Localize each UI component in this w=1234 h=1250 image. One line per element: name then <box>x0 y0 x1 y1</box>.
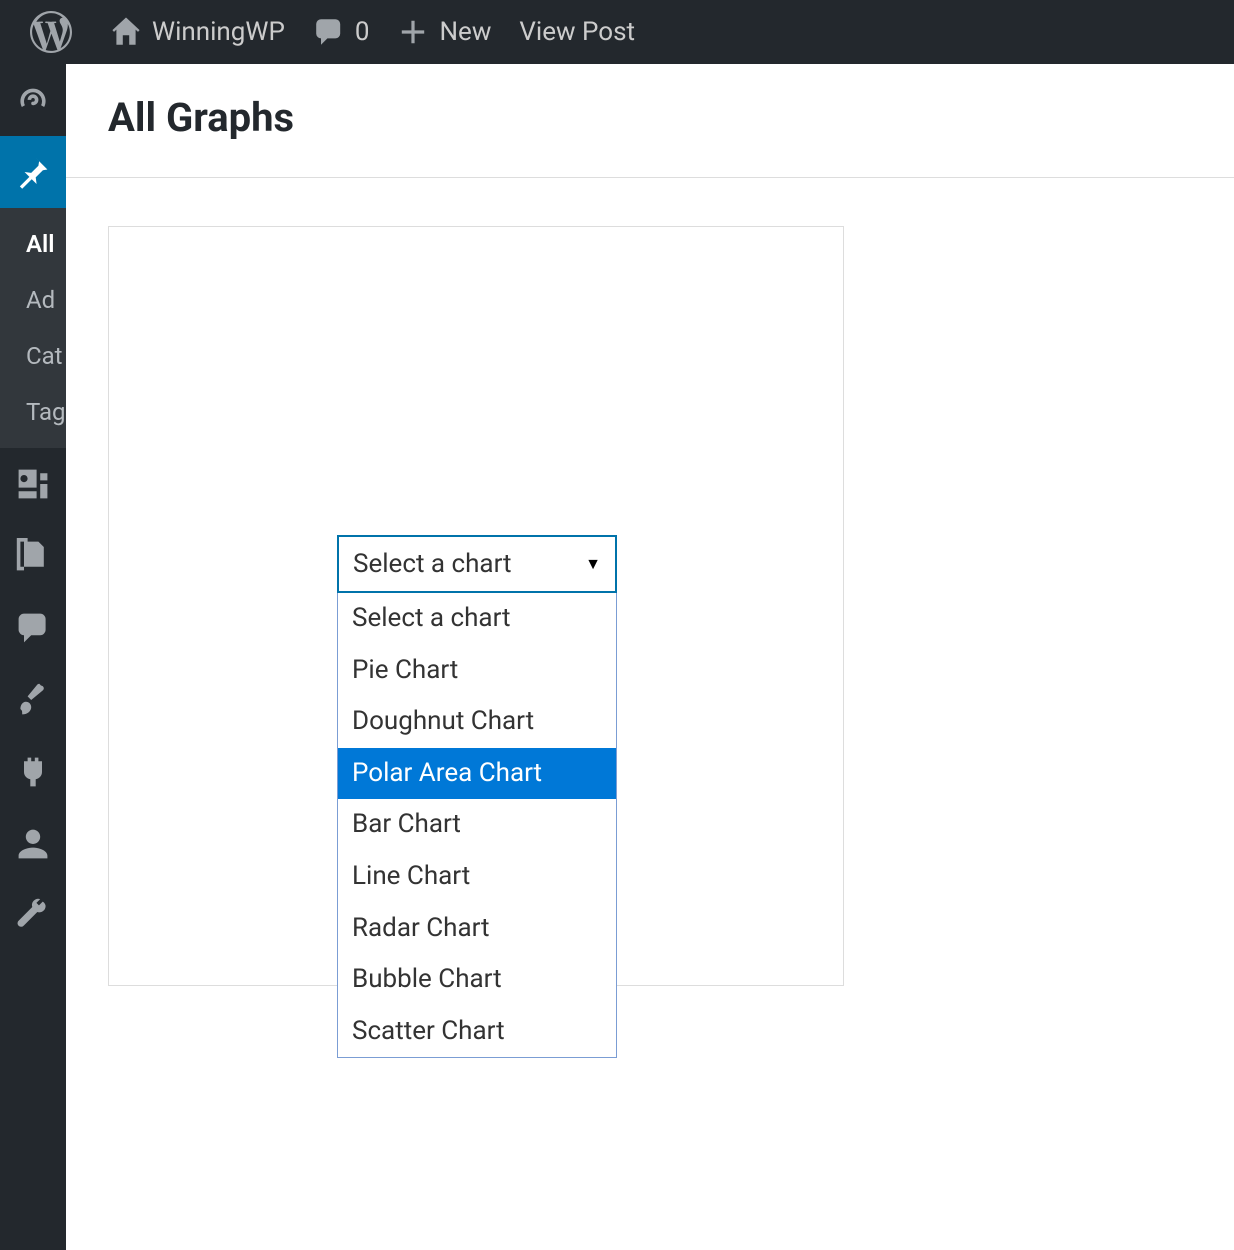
dropdown-option[interactable]: Polar Area Chart <box>338 748 616 800</box>
sidebar-sub-all[interactable]: All <box>0 216 66 272</box>
comments-icon <box>15 610 51 646</box>
pin-icon <box>15 154 51 190</box>
admin-sidebar: All Ad Cat Tag <box>0 64 66 1250</box>
comments-link[interactable]: 0 <box>299 0 384 64</box>
plugin-icon <box>15 754 51 790</box>
wordpress-icon <box>30 11 72 53</box>
dropdown-option[interactable]: Bubble Chart <box>338 954 616 1006</box>
dropdown-option[interactable]: Bar Chart <box>338 799 616 851</box>
graph-box: Select a chart ▼ Select a chart Pie Char… <box>108 226 844 986</box>
sidebar-item-pages[interactable] <box>0 520 66 592</box>
select-current-value: Select a chart <box>353 549 512 579</box>
chevron-down-icon: ▼ <box>585 554 601 574</box>
wordpress-logo[interactable] <box>16 0 96 64</box>
dashboard-icon <box>15 82 51 118</box>
sidebar-sub-categories[interactable]: Cat <box>0 328 66 384</box>
sidebar-item-appearance[interactable] <box>0 664 66 736</box>
pages-icon <box>15 538 51 574</box>
plus-icon <box>397 16 429 48</box>
sidebar-submenu: All Ad Cat Tag <box>0 208 66 448</box>
new-content-link[interactable]: New <box>383 0 505 64</box>
dropdown-option[interactable]: Line Chart <box>338 851 616 903</box>
view-post-label: View Post <box>519 17 635 47</box>
sidebar-item-media[interactable] <box>0 448 66 520</box>
view-post-link[interactable]: View Post <box>505 0 649 64</box>
divider <box>66 177 1234 178</box>
chart-type-dropdown: Select a chart Pie Chart Doughnut Chart … <box>337 593 617 1058</box>
sidebar-item-posts[interactable] <box>0 136 66 208</box>
dropdown-option[interactable]: Radar Chart <box>338 903 616 955</box>
sidebar-item-plugins[interactable] <box>0 736 66 808</box>
user-icon <box>15 826 51 862</box>
sidebar-item-users[interactable] <box>0 808 66 880</box>
new-label: New <box>439 17 491 47</box>
admin-bar: WinningWP 0 New View Post <box>0 0 1234 64</box>
sidebar-item-tools[interactable] <box>0 880 66 952</box>
site-name: WinningWP <box>152 17 285 47</box>
sidebar-item-dashboard[interactable] <box>0 64 66 136</box>
comments-count: 0 <box>355 17 370 47</box>
comment-icon <box>313 16 345 48</box>
media-icon <box>15 466 51 502</box>
sidebar-item-comments[interactable] <box>0 592 66 664</box>
dropdown-option[interactable]: Select a chart <box>338 593 616 645</box>
sidebar-sub-add[interactable]: Ad <box>0 272 66 328</box>
dropdown-option[interactable]: Pie Chart <box>338 645 616 697</box>
sidebar-sub-tags[interactable]: Tag <box>0 384 66 440</box>
dropdown-option[interactable]: Scatter Chart <box>338 1006 616 1058</box>
chart-type-select[interactable]: Select a chart ▼ <box>337 535 617 593</box>
site-home-link[interactable]: WinningWP <box>96 0 299 64</box>
main-content: All Graphs Select a chart ▼ Select a cha… <box>66 64 1234 1250</box>
home-icon <box>110 16 142 48</box>
wrench-icon <box>15 898 51 934</box>
brush-icon <box>15 682 51 718</box>
dropdown-option[interactable]: Doughnut Chart <box>338 696 616 748</box>
page-title: All Graphs <box>66 64 1234 177</box>
